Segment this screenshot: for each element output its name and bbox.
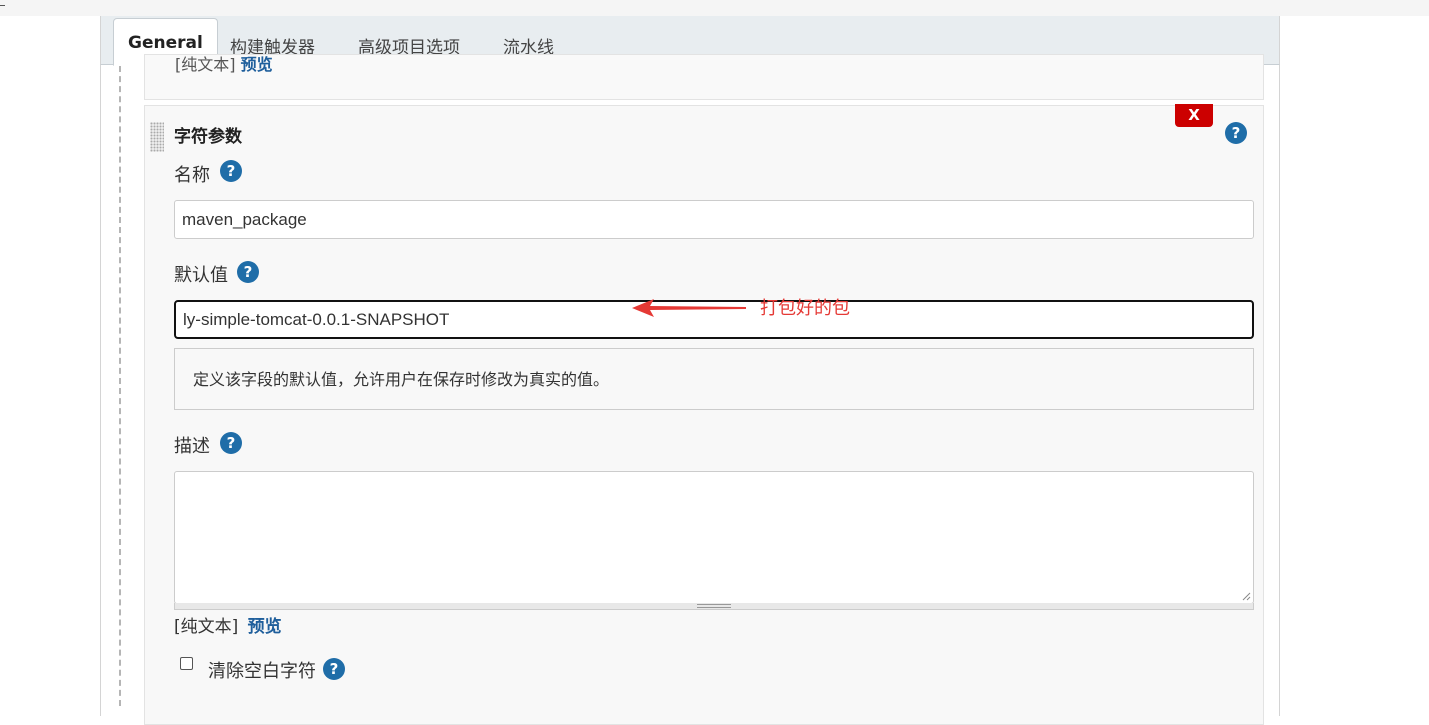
textarea-resize-bar[interactable] bbox=[174, 603, 1254, 610]
default-value-label: 默认值 bbox=[174, 265, 228, 286]
preview-link[interactable]: 预览 bbox=[248, 617, 282, 637]
delete-parameter-button[interactable]: X bbox=[1175, 104, 1213, 127]
name-label: 名称 bbox=[174, 165, 210, 186]
name-help-icon[interactable]: ? bbox=[220, 160, 242, 182]
trim-help-icon[interactable]: ? bbox=[323, 658, 345, 680]
trim-label: 清除空白字符 bbox=[208, 661, 316, 682]
parameter-help-icon[interactable]: ? bbox=[1225, 122, 1247, 144]
previous-preview-link[interactable]: 预览 bbox=[241, 55, 273, 74]
default-value-help-text: 定义该字段的默认值，允许用户在保存时修改为真实的值。 bbox=[174, 348, 1254, 410]
string-parameter-block bbox=[144, 105, 1264, 725]
browser-top-strip bbox=[0, 0, 1429, 16]
description-label: 描述 bbox=[174, 436, 210, 457]
resize-grip-icon[interactable] bbox=[1241, 591, 1251, 601]
previous-plain-text-label: [纯文本] bbox=[175, 55, 236, 74]
default-value-help-icon[interactable]: ? bbox=[237, 261, 259, 283]
description-textarea[interactable] bbox=[174, 471, 1254, 604]
annotation-text: 打包好的包 bbox=[760, 298, 850, 319]
annotation-arrow-icon bbox=[632, 299, 746, 317]
parameter-type-title: 字符参数 bbox=[174, 127, 242, 147]
plain-text-label: [纯文本] bbox=[174, 617, 239, 637]
nesting-guide-line bbox=[119, 66, 121, 706]
top-left-mark bbox=[0, 5, 5, 6]
name-input[interactable]: maven_package bbox=[174, 200, 1254, 239]
drag-handle-icon[interactable] bbox=[150, 122, 164, 152]
resize-bar-grip-icon bbox=[697, 604, 731, 608]
previous-format-row-cutoff: [纯文本] 预览 bbox=[175, 55, 273, 75]
trim-checkbox[interactable] bbox=[180, 657, 193, 670]
format-row: [纯文本] 预览 bbox=[174, 612, 282, 637]
description-help-icon[interactable]: ? bbox=[220, 432, 242, 454]
previous-parameter-block: [纯文本] 预览 bbox=[144, 54, 1264, 100]
